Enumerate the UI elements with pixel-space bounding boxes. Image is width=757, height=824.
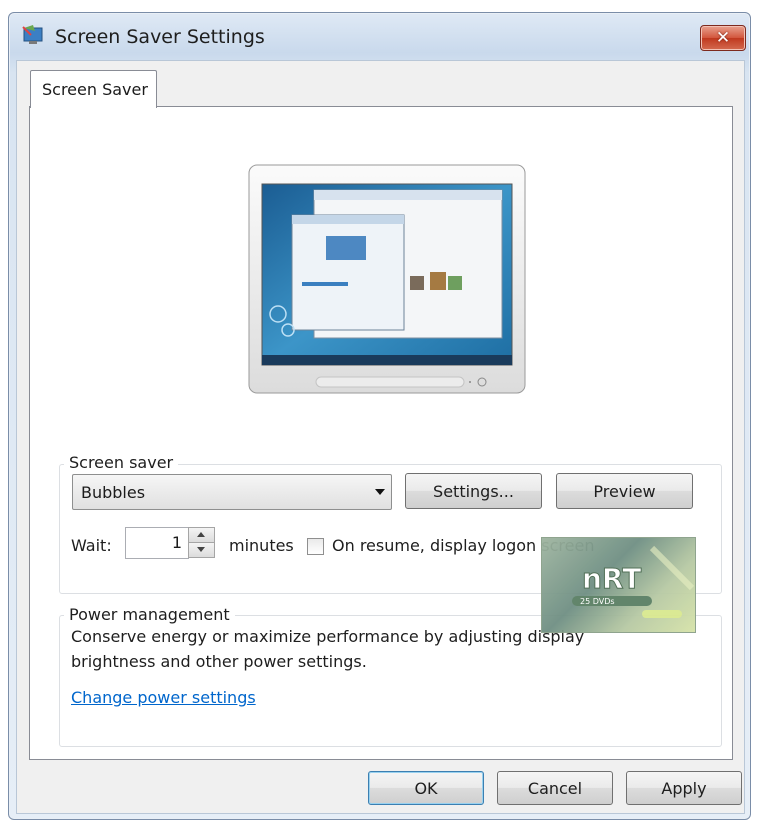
title-bar[interactable]: Screen Saver Settings ✕ — [9, 13, 750, 61]
wait-spinner[interactable] — [188, 527, 215, 558]
tab-screen-saver[interactable]: Screen Saver — [30, 70, 157, 108]
monitor-preview — [248, 164, 526, 394]
dialog-window: Screen Saver Settings ✕ Screen Saver Scr… — [8, 12, 751, 820]
cancel-button[interactable]: Cancel — [497, 771, 613, 805]
close-icon: ✕ — [715, 28, 731, 48]
wait-value: 1 — [171, 533, 182, 552]
close-button[interactable]: ✕ — [700, 25, 746, 51]
power-description-line2: brightness and other power settings. — [71, 652, 367, 671]
apply-button[interactable]: Apply — [626, 771, 742, 805]
preview-button[interactable]: Preview — [556, 473, 693, 509]
watermark-logo: nRT 25 DVDs — [541, 537, 696, 633]
arrow-up-icon — [197, 532, 205, 537]
wait-minutes-input[interactable]: 1 — [125, 527, 189, 559]
wait-label: Wait: — [71, 536, 112, 555]
power-management-group-label: Power management — [64, 605, 235, 624]
screen-saver-selected: Bubbles — [81, 483, 146, 502]
screen-saver-dropdown[interactable]: Bubbles — [72, 474, 392, 510]
spin-down-button[interactable] — [188, 542, 215, 558]
on-resume-checkbox[interactable] — [307, 538, 324, 555]
minutes-label: minutes — [229, 536, 294, 555]
tab-label: Screen Saver — [42, 80, 148, 99]
spin-up-button[interactable] — [188, 527, 215, 543]
screen-saver-app-icon — [22, 25, 43, 44]
settings-button[interactable]: Settings... — [405, 473, 542, 509]
screen-saver-group-label: Screen saver — [64, 453, 179, 472]
chevron-down-icon — [375, 489, 385, 495]
arrow-down-icon — [197, 547, 205, 552]
watermark-dvd-text: 25 DVDs — [580, 597, 615, 606]
watermark-graphic: nRT 25 DVDs — [572, 545, 695, 618]
ok-button[interactable]: OK — [368, 771, 484, 805]
power-description-line1: Conserve energy or maximize performance … — [71, 627, 585, 646]
window-title: Screen Saver Settings — [55, 26, 265, 48]
change-power-settings-link[interactable]: Change power settings — [71, 688, 256, 707]
watermark-logo-text: nRT — [582, 562, 641, 595]
